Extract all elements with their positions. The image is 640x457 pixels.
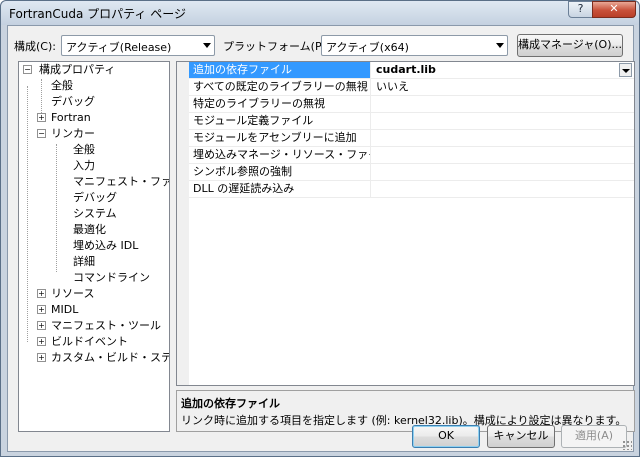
ok-button[interactable]: OK (412, 425, 480, 448)
property-value[interactable] (373, 181, 623, 197)
description-text: リンク時に追加する項目を指定します (例: kernel32.lib)。構成によ… (181, 414, 627, 427)
platform-dropdown-value: アクティブ(x64) (326, 41, 409, 54)
close-button[interactable]: ✕ (592, 1, 636, 18)
chevron-down-icon (203, 43, 211, 48)
tree-item-label: 構成プロパティ (39, 63, 116, 76)
expand-icon[interactable]: + (37, 289, 46, 298)
tree-item-debug[interactable]: デバッグ (51, 94, 95, 110)
tree-item-label: リソース (51, 287, 95, 300)
property-value[interactable] (373, 164, 623, 180)
property-value[interactable] (373, 96, 623, 112)
tree-item-linker-debug[interactable]: デバッグ (73, 190, 117, 206)
expand-icon[interactable]: + (37, 113, 46, 122)
chevron-down-icon[interactable] (619, 63, 632, 77)
expand-icon[interactable]: + (37, 305, 46, 314)
property-value-input[interactable]: cudart.lib (373, 62, 623, 78)
property-row-ignore-specific-library[interactable]: 特定のライブラリーの無視 (189, 96, 634, 113)
help-button[interactable]: ? (568, 1, 593, 18)
property-name: モジュール定義ファイル (189, 113, 371, 129)
title-bar[interactable]: FortranCuda プロパティ ページ ? ✕ (1, 1, 639, 25)
property-row-add-module-to-assembly[interactable]: モジュールをアセンブリーに追加 (189, 130, 634, 147)
tree-item-label: カスタム・ビルド・ステップ (51, 351, 170, 364)
chevron-down-icon (496, 43, 504, 48)
property-value[interactable] (373, 130, 623, 146)
tree-item-linker-command-line[interactable]: コマンドライン (73, 270, 150, 286)
property-row-force-symbol-references[interactable]: シンボル参照の強制 (189, 164, 634, 181)
tree-item-label: Fortran (51, 111, 91, 124)
property-row-delay-loaded-dlls[interactable]: DLL の遅延読み込み (189, 181, 634, 198)
property-row-module-definition-file[interactable]: モジュール定義ファイル (189, 113, 634, 130)
apply-button[interactable]: 適用(A) (561, 425, 627, 448)
property-value[interactable] (373, 113, 623, 129)
window-title: FortranCuda プロパティ ページ (9, 7, 186, 21)
tree-item-linker-system[interactable]: システム (73, 206, 117, 222)
tree-item-label: コマンドライン (73, 271, 150, 284)
property-name: 埋め込みマネージ・リソース・ファイル (189, 147, 371, 163)
tree-item-label: デバッグ (51, 95, 95, 108)
property-row-ignore-all-default-libraries[interactable]: すべての既定のライブラリーの無視 いいえ (189, 79, 634, 96)
tree-item-linker-advanced[interactable]: 詳細 (73, 254, 95, 270)
property-name: 追加の依存ファイル (189, 62, 371, 78)
tree-connector (56, 144, 57, 272)
collapse-icon[interactable]: − (37, 129, 46, 138)
tree-item-label: 埋め込み IDL (73, 239, 139, 252)
tree-connector (27, 86, 28, 342)
property-name: DLL の遅延読み込み (189, 181, 371, 197)
tree-item-linker-embedded-idl[interactable]: 埋め込み IDL (73, 238, 138, 254)
property-row-embed-managed-resource-file[interactable]: 埋め込みマネージ・リソース・ファイル (189, 147, 634, 164)
expand-icon[interactable]: + (37, 353, 46, 362)
tree-item-label: MIDL (51, 303, 79, 316)
config-manager-button[interactable]: 構成マネージャ(O)... (517, 34, 623, 57)
cancel-button[interactable]: キャンセル (487, 425, 555, 448)
property-grid[interactable]: 追加の依存ファイル cudart.lib すべての既定のライブラリーの無視 いい… (176, 61, 635, 386)
platform-dropdown[interactable]: アクティブ(x64) (321, 35, 508, 56)
tree-item-label: リンカー (51, 127, 95, 140)
property-value[interactable]: いいえ (373, 79, 623, 95)
tree-item-general[interactable]: 全般 (51, 78, 73, 94)
config-dropdown-value: アクティブ(Release) (66, 41, 172, 54)
tree-item-label: マニフェスト・ツール (51, 319, 161, 332)
collapse-icon[interactable]: − (23, 65, 32, 74)
tree-item-label: デバッグ (73, 191, 117, 204)
platform-label: プラットフォーム(P): (223, 40, 330, 53)
dialog-client-area: 構成(C): アクティブ(Release) プラットフォーム(P): アクティブ… (7, 25, 635, 452)
property-pages-dialog: FortranCuda プロパティ ページ ? ✕ 構成(C): アクティブ(R… (0, 0, 640, 457)
expand-icon[interactable]: + (37, 337, 46, 346)
category-tree[interactable]: − 構成プロパティ 全般 デバッグ + Fortran − リンカー 全般 入力 (18, 61, 170, 432)
property-name: シンボル参照の強制 (189, 164, 371, 180)
tree-item-label: マニフェスト・ファイル (73, 175, 169, 188)
tree-item-label: 入力 (73, 159, 95, 172)
tree-item-label: 最適化 (73, 223, 106, 236)
tree-item-label: 全般 (51, 79, 73, 92)
description-title: 追加の依存ファイル (181, 397, 280, 410)
tree-item-label: ビルドイベント (51, 335, 128, 348)
tree-item-linker-manifest-file[interactable]: マニフェスト・ファイル (73, 174, 169, 190)
property-value[interactable] (373, 147, 623, 163)
tree-item-linker-input[interactable]: 入力 (73, 158, 95, 174)
property-row-additional-dependencies[interactable]: 追加の依存ファイル cudart.lib (189, 62, 634, 79)
config-dropdown[interactable]: アクティブ(Release) (61, 35, 215, 56)
config-label: 構成(C): (14, 40, 56, 53)
property-grid-margin (177, 62, 189, 385)
tree-item-linker-optimization[interactable]: 最適化 (73, 222, 106, 238)
tree-item-linker-general[interactable]: 全般 (73, 142, 95, 158)
resize-grip-icon[interactable] (622, 440, 632, 450)
tree-item-label: 詳細 (73, 255, 95, 268)
property-name: すべての既定のライブラリーの無視 (189, 79, 371, 95)
property-name: 特定のライブラリーの無視 (189, 96, 371, 112)
tree-item-label: システム (73, 207, 117, 220)
expand-icon[interactable]: + (37, 321, 46, 330)
tree-item-label: 全般 (73, 143, 95, 156)
property-name: モジュールをアセンブリーに追加 (189, 130, 371, 146)
